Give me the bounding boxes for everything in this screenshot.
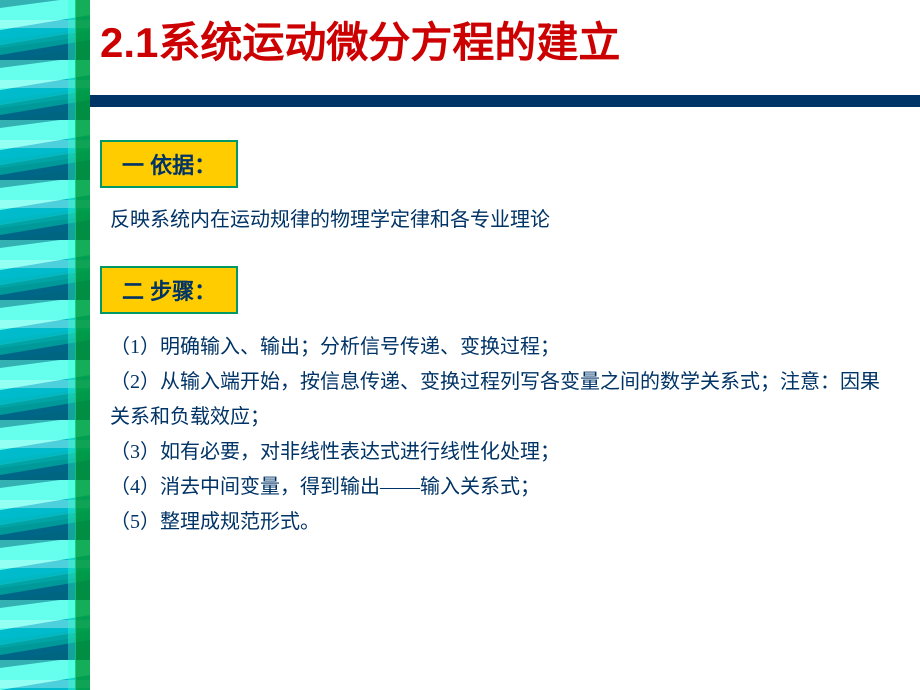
section2-header-wrapper: 二 步骤：: [100, 246, 890, 330]
left-border-decoration: [0, 0, 90, 690]
title-area: 2.1系统运动微分方程的建立: [100, 18, 900, 68]
section2-header: 二 步骤：: [100, 266, 238, 314]
slide-title: 2.1系统运动微分方程的建立: [100, 18, 900, 68]
section1-header: 一 依据：: [100, 140, 238, 188]
step-5: （5）整理成规范形式。: [110, 505, 890, 540]
step-2: （2）从输入端开始，按信息传递、变换过程列写各变量之间的数学关系式；注意：因果关…: [110, 365, 890, 435]
top-divider-bar: [90, 95, 920, 107]
step-3: （3）如有必要，对非线性表达式进行线性化处理；: [110, 435, 890, 470]
steps-list: （1）明确输入、输出；分析信号传递、变换过程； （2）从输入端开始，按信息传递、…: [110, 330, 890, 540]
step-4: （4）消去中间变量，得到输出——输入关系式；: [110, 470, 890, 505]
content-area: 一 依据： 反映系统内在运动规律的物理学定律和各专业理论 二 步骤： （1）明确…: [100, 120, 890, 670]
slide: 2.1系统运动微分方程的建立 一 依据： 反映系统内在运动规律的物理学定律和各专…: [0, 0, 920, 690]
step-1: （1）明确输入、输出；分析信号传递、变换过程；: [110, 330, 890, 365]
section1-content: 反映系统内在运动规律的物理学定律和各专业理论: [110, 204, 890, 236]
section2-label: 二 步骤：: [122, 279, 216, 304]
section1-label: 一 依据：: [122, 153, 216, 178]
section1-header-wrapper: 一 依据：: [100, 120, 890, 204]
